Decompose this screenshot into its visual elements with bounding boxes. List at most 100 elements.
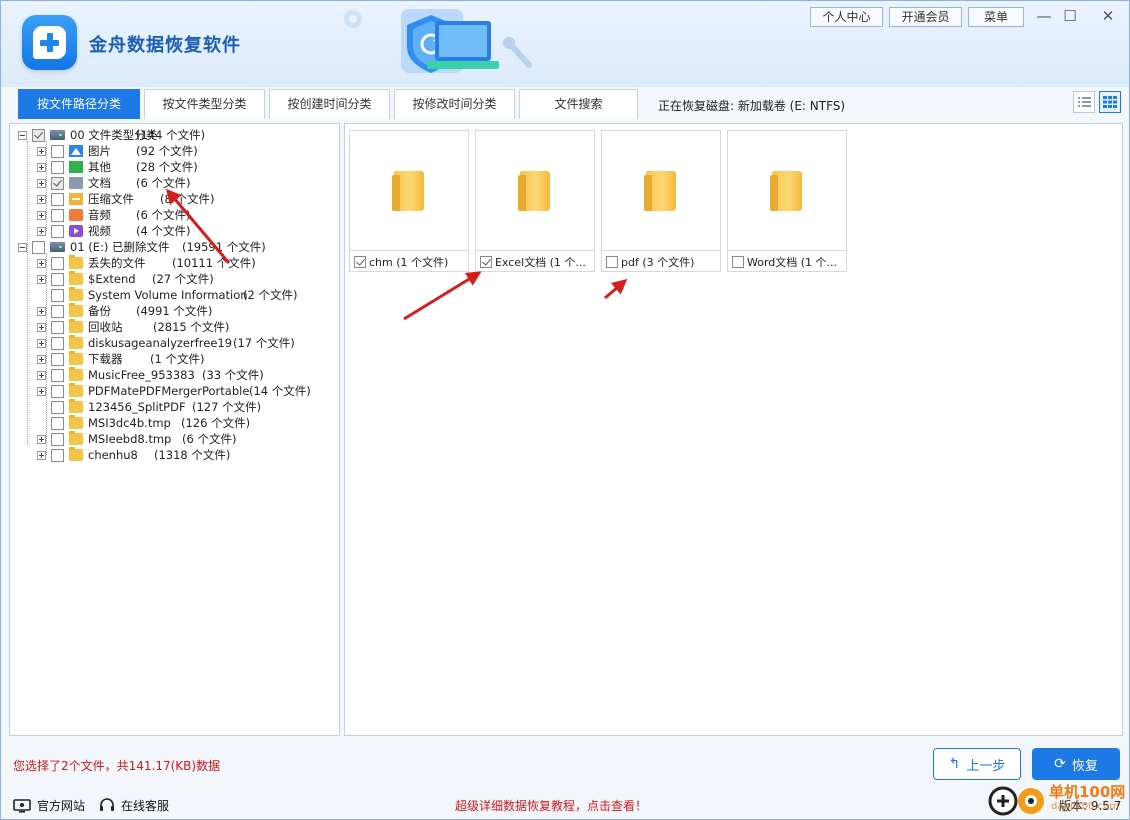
list-view-icon[interactable] — [1073, 91, 1095, 113]
tree-checkbox[interactable] — [51, 208, 64, 222]
tree-checkbox[interactable] — [51, 320, 64, 334]
recover-button[interactable]: ⟳ 恢复 — [1032, 748, 1120, 780]
tree-item-count: (10111 个文件) — [172, 256, 256, 270]
expand-icon[interactable] — [37, 434, 46, 444]
tree-checkbox[interactable] — [51, 400, 64, 414]
tree-checkbox[interactable] — [51, 336, 64, 350]
expand-icon[interactable] — [37, 322, 46, 332]
expand-icon[interactable] — [37, 194, 46, 204]
file-card[interactable]: Word文档 (1 个... — [727, 130, 847, 272]
tree-checkbox[interactable] — [51, 272, 64, 286]
previous-button[interactable]: ↰ 上一步 — [933, 748, 1021, 780]
file-checkbox[interactable] — [480, 255, 492, 268]
file-thumbnail[interactable] — [602, 131, 720, 250]
tree-row[interactable]: 123456_SplitPDF (127 个文件) — [37, 399, 261, 415]
tree-checkbox[interactable] — [51, 224, 64, 238]
expand-icon[interactable] — [37, 226, 46, 236]
tree-row[interactable]: 丢失的文件 (10111 个文件) — [37, 255, 256, 271]
tree-row[interactable]: 下载器 (1 个文件) — [37, 351, 204, 367]
file-card[interactable]: pdf (3 个文件) — [601, 130, 721, 272]
tree-checkbox[interactable] — [51, 288, 64, 302]
tree-row[interactable]: 00 文件类型分类 (144 个文件) — [18, 127, 205, 143]
tree-row[interactable]: $Extend (27 个文件) — [37, 271, 214, 287]
expand-icon[interactable] — [37, 274, 46, 284]
back-arrow-icon: ↰ — [948, 756, 961, 772]
file-checkbox[interactable] — [606, 255, 618, 268]
close-icon[interactable]: ✕ — [1095, 5, 1121, 27]
tree-row[interactable]: 文档 (6 个文件) — [37, 175, 190, 191]
collapse-icon[interactable] — [18, 242, 27, 252]
tree-checkbox[interactable] — [51, 352, 64, 366]
expand-icon[interactable] — [37, 386, 46, 396]
tab-by-type[interactable]: 按文件类型分类 — [144, 89, 265, 119]
tree-checkbox[interactable] — [32, 240, 45, 254]
expand-icon[interactable] — [37, 258, 46, 268]
tree-checkbox[interactable] — [51, 368, 64, 382]
watermark-logo-icon — [988, 786, 1044, 816]
tree-row[interactable]: 图片 (92 个文件) — [37, 143, 198, 159]
online-support-link[interactable]: 在线客服 — [99, 797, 169, 814]
tree-checkbox[interactable] — [51, 304, 64, 318]
grid-view-icon[interactable] — [1099, 91, 1121, 113]
tab-by-path[interactable]: 按文件路径分类 — [18, 89, 140, 119]
tree-checkbox[interactable] — [51, 192, 64, 206]
expand-icon[interactable] — [37, 338, 46, 348]
tree-checkbox[interactable] — [51, 176, 64, 190]
tree-row[interactable]: 回收站 (2815 个文件) — [37, 319, 229, 335]
user-center-button[interactable]: 个人中心 — [810, 7, 883, 27]
collapse-icon[interactable] — [18, 130, 27, 140]
tree-checkbox[interactable] — [51, 144, 64, 158]
tree-checkbox[interactable] — [51, 448, 64, 462]
tab-by-created[interactable]: 按创建时间分类 — [269, 89, 390, 119]
maximize-icon[interactable]: ☐ — [1057, 5, 1083, 27]
file-card[interactable]: Excel文档 (1 个... — [475, 130, 595, 272]
tutorial-link[interactable]: 超级详细数据恢复教程，点击查看！ — [455, 797, 647, 814]
expand-icon[interactable] — [37, 450, 46, 460]
folder-tree[interactable]: 00 文件类型分类 (144 个文件) 图片 (92 个文件) 其他 (28 个文件) 文档… — [9, 123, 340, 736]
tree-checkbox[interactable] — [51, 384, 64, 398]
tree-item-count: (6 个文件) — [182, 432, 237, 446]
tree-row[interactable]: 音频 (6 个文件) — [37, 207, 190, 223]
tree-row[interactable]: 视频 (4 个文件) — [37, 223, 190, 239]
expand-icon[interactable] — [37, 370, 46, 380]
tree-row[interactable]: System Volume Information (2 个文件) — [37, 287, 297, 303]
tree-row[interactable]: diskusageanalyzerfree19 (17 个文件) — [37, 335, 295, 351]
tree-checkbox[interactable] — [51, 432, 64, 446]
expand-icon[interactable] — [37, 162, 46, 172]
vip-button[interactable]: 开通会员 — [889, 7, 962, 27]
video-icon — [69, 225, 83, 237]
tree-checkbox[interactable] — [32, 128, 45, 142]
tree-item-count: (4 个文件) — [136, 224, 191, 238]
tree-checkbox[interactable] — [51, 160, 64, 174]
expand-icon[interactable] — [37, 354, 46, 364]
file-checkbox[interactable] — [354, 255, 366, 268]
tree-row[interactable]: 01 (E:) 已删除文件 (19591 个文件) — [18, 239, 266, 255]
expand-icon[interactable] — [37, 178, 46, 188]
tree-row[interactable]: chenhu8 (1318 个文件) — [37, 447, 230, 463]
tab-file-search[interactable]: 文件搜索 — [519, 89, 638, 119]
tree-checkbox[interactable] — [51, 256, 64, 270]
file-thumbnail[interactable] — [728, 131, 846, 250]
menu-button[interactable]: 菜单 — [968, 7, 1024, 27]
tree-row[interactable]: MusicFree_953383 (33 个文件) — [37, 367, 264, 383]
file-card[interactable]: chm (1 个文件) — [349, 130, 469, 272]
minimize-icon[interactable]: — — [1031, 5, 1057, 27]
expand-icon[interactable] — [37, 146, 46, 156]
tab-by-modified[interactable]: 按修改时间分类 — [394, 89, 515, 119]
file-thumbnail[interactable] — [476, 131, 594, 250]
tree-row[interactable]: MSIeebd8.tmp (6 个文件) — [37, 431, 236, 447]
official-website-link[interactable]: 官方网站 — [13, 797, 85, 814]
tree-row[interactable]: 备份 (4991 个文件) — [37, 303, 212, 319]
tree-item-label: 音频 — [88, 208, 111, 222]
tree-checkbox[interactable] — [51, 416, 64, 430]
tree-row[interactable]: PDFMatePDFMergerPortable (14 个文件) — [37, 383, 311, 399]
expand-icon[interactable] — [37, 210, 46, 220]
file-thumbnail[interactable] — [350, 131, 468, 250]
file-checkbox[interactable] — [732, 255, 744, 268]
expand-icon[interactable] — [37, 306, 46, 316]
tree-row[interactable]: 其他 (28 个文件) — [37, 159, 198, 175]
tree-row[interactable]: MSI3dc4b.tmp (126 个文件) — [37, 415, 250, 431]
official-website-label: 官方网站 — [37, 799, 86, 813]
tree-item-count: (28 个文件) — [136, 160, 198, 174]
tree-row[interactable]: 压缩文件 (8 个文件) — [37, 191, 214, 207]
